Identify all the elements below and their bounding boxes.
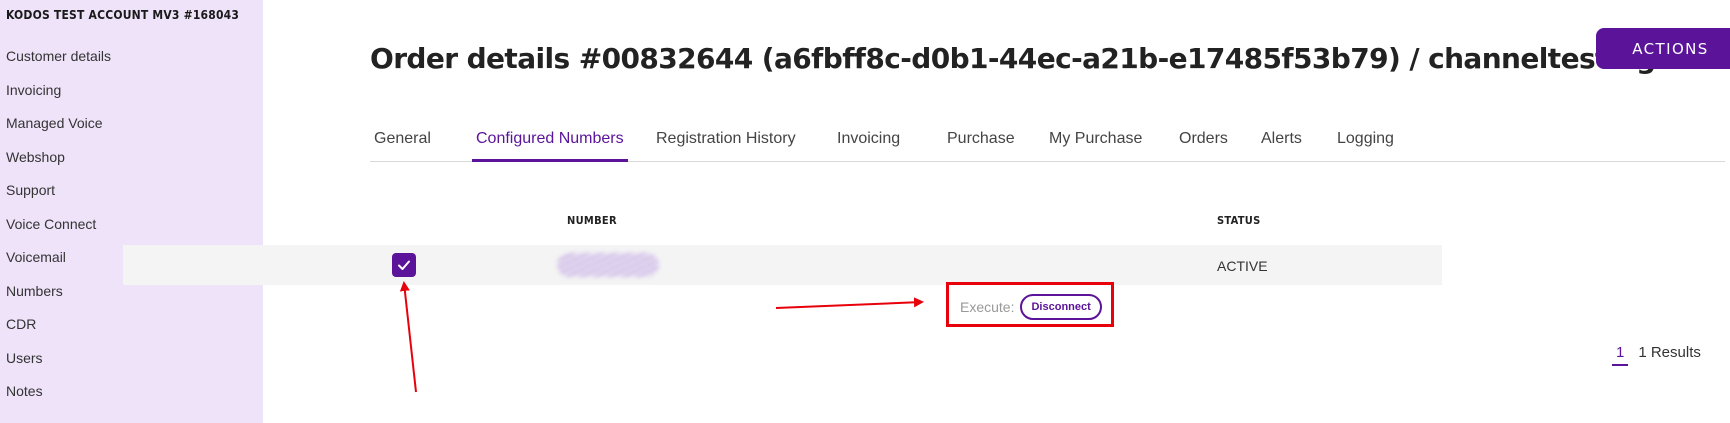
column-header-status[interactable]: STATUS (1217, 214, 1261, 227)
row-checkbox[interactable] (392, 253, 416, 277)
tab-general[interactable]: General (370, 130, 435, 161)
tab-bar: General Configured Numbers Registration … (370, 118, 1725, 162)
sidebar-item-webshop[interactable]: Webshop (6, 148, 111, 182)
redacted-number (557, 253, 659, 277)
page-title: Order details #00832644 (a6fbff8c-d0b1-4… (370, 42, 1656, 75)
account-title: KODOS TEST ACCOUNT MV3 #168043 (6, 8, 240, 22)
tab-purchase[interactable]: Purchase (943, 130, 1019, 161)
sidebar: KODOS TEST ACCOUNT MV3 #168043 Customer … (0, 0, 263, 423)
tab-alerts[interactable]: Alerts (1257, 130, 1306, 161)
sidebar-item-voice-connect[interactable]: Voice Connect (6, 215, 111, 249)
page-number[interactable]: 1 (1612, 344, 1629, 366)
sidebar-item-numbers[interactable]: Numbers (6, 282, 111, 316)
tab-configured-numbers[interactable]: Configured Numbers (472, 130, 628, 162)
checkmark-icon (398, 260, 410, 270)
results-count: 1 Results (1638, 344, 1701, 361)
tab-orders[interactable]: Orders (1175, 130, 1232, 161)
column-header-number[interactable]: NUMBER (567, 214, 617, 227)
sidebar-item-support[interactable]: Support (6, 181, 111, 215)
tab-logging[interactable]: Logging (1333, 130, 1398, 161)
sidebar-item-cdr[interactable]: CDR (6, 315, 111, 349)
sidebar-item-customer-details[interactable]: Customer details (6, 47, 111, 81)
sidebar-item-notes[interactable]: Notes (6, 382, 111, 416)
pagination: 1 1 Results (1612, 344, 1701, 366)
tab-invoicing[interactable]: Invoicing (833, 130, 904, 161)
sidebar-item-managed-voice[interactable]: Managed Voice (6, 114, 111, 148)
main-content: Order details #00832644 (a6fbff8c-d0b1-4… (263, 0, 1730, 423)
tab-registration-history[interactable]: Registration History (652, 130, 800, 161)
actions-button[interactable]: ACTIONS (1596, 28, 1730, 69)
sidebar-item-users[interactable]: Users (6, 349, 111, 383)
annotation-highlight-box (946, 282, 1114, 327)
tab-my-purchase[interactable]: My Purchase (1045, 130, 1146, 161)
sidebar-item-voicemail[interactable]: Voicemail (6, 248, 111, 282)
sidebar-nav: Customer details Invoicing Managed Voice… (6, 47, 111, 416)
sidebar-item-invoicing[interactable]: Invoicing (6, 81, 111, 115)
status-value: ACTIVE (1217, 258, 1268, 274)
